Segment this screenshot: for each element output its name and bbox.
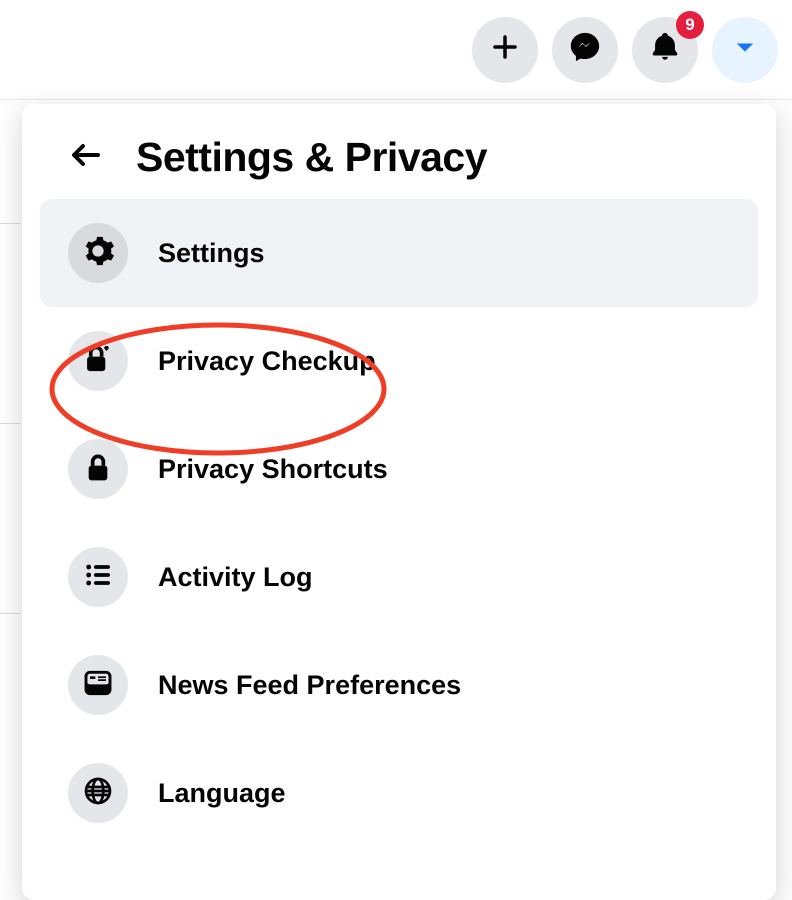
- feed-icon: [82, 667, 114, 704]
- list-icon: [82, 559, 114, 596]
- menu-icon-wrap: [68, 547, 128, 607]
- bell-icon: [648, 30, 682, 69]
- menu-item-label: Settings: [158, 238, 265, 269]
- menu-item-label: Privacy Checkup: [158, 346, 376, 377]
- lock-heart-icon: [81, 342, 115, 381]
- menu-item-activity-log[interactable]: Activity Log: [40, 523, 758, 631]
- lock-icon: [82, 451, 114, 488]
- panel-header: Settings & Privacy: [22, 134, 776, 199]
- menu-icon-wrap: [68, 331, 128, 391]
- menu-item-privacy-checkup[interactable]: Privacy Checkup: [40, 307, 758, 415]
- back-button[interactable]: [68, 137, 104, 178]
- menu-icon-wrap: [68, 439, 128, 499]
- menu-item-language[interactable]: Language: [40, 739, 758, 847]
- settings-privacy-panel: Settings & Privacy Settings: [22, 104, 776, 900]
- messenger-icon: [568, 30, 602, 69]
- arrow-left-icon: [68, 137, 104, 178]
- account-menu-button[interactable]: [712, 17, 778, 83]
- plus-icon: [490, 32, 520, 67]
- menu-item-label: News Feed Preferences: [158, 670, 461, 701]
- menu-item-settings[interactable]: Settings: [40, 199, 758, 307]
- menu-icon-wrap: [68, 223, 128, 283]
- menu-icon-wrap: [68, 763, 128, 823]
- panel-title: Settings & Privacy: [136, 134, 487, 181]
- chevron-down-icon: [731, 33, 759, 66]
- menu-item-label: Language: [158, 778, 286, 809]
- menu-item-label: Privacy Shortcuts: [158, 454, 388, 485]
- background-sidebar: [0, 104, 20, 900]
- notifications-button[interactable]: 9: [632, 17, 698, 83]
- messenger-button[interactable]: [552, 17, 618, 83]
- create-button[interactable]: [472, 17, 538, 83]
- notification-badge: 9: [676, 11, 704, 39]
- menu-item-label: Activity Log: [158, 562, 313, 593]
- gear-icon: [81, 234, 115, 273]
- globe-icon: [82, 775, 114, 812]
- menu-item-privacy-shortcuts[interactable]: Privacy Shortcuts: [40, 415, 758, 523]
- menu-icon-wrap: [68, 655, 128, 715]
- topbar: 9: [0, 0, 792, 100]
- menu-item-news-feed-preferences[interactable]: News Feed Preferences: [40, 631, 758, 739]
- menu-list: Settings Privacy Checkup: [22, 199, 776, 847]
